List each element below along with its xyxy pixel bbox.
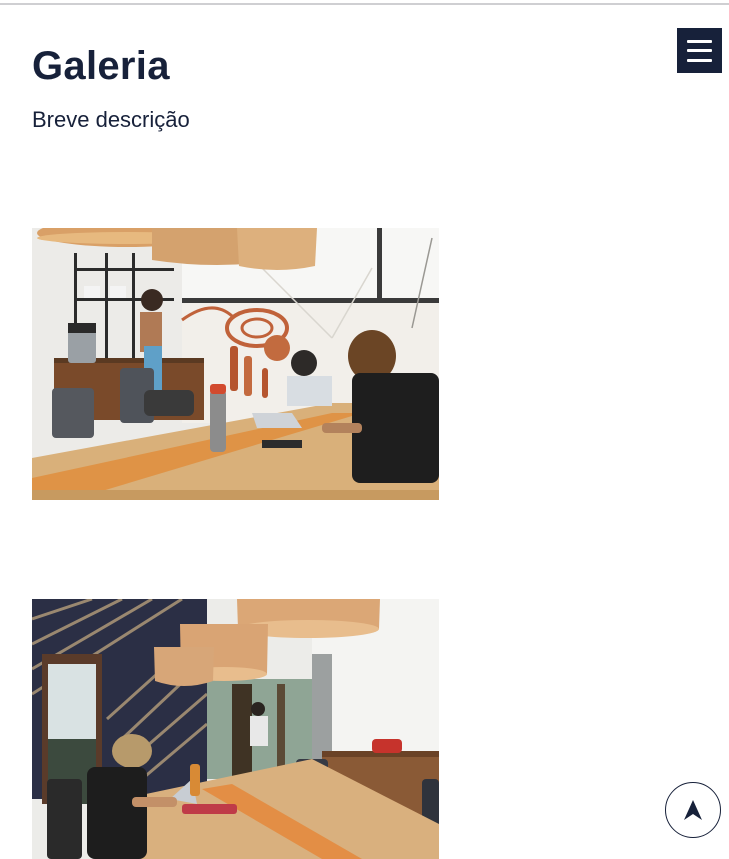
arrow-up-icon — [684, 800, 702, 820]
scroll-to-top-button[interactable] — [665, 782, 721, 838]
hamburger-menu-icon — [687, 39, 712, 62]
menu-button[interactable] — [677, 28, 722, 73]
page-subtitle: Breve descrição — [32, 107, 190, 132]
page-title: Galeria — [32, 44, 170, 88]
top-divider — [0, 3, 729, 5]
gallery-image[interactable] — [32, 599, 439, 859]
gallery-image[interactable] — [32, 228, 439, 500]
